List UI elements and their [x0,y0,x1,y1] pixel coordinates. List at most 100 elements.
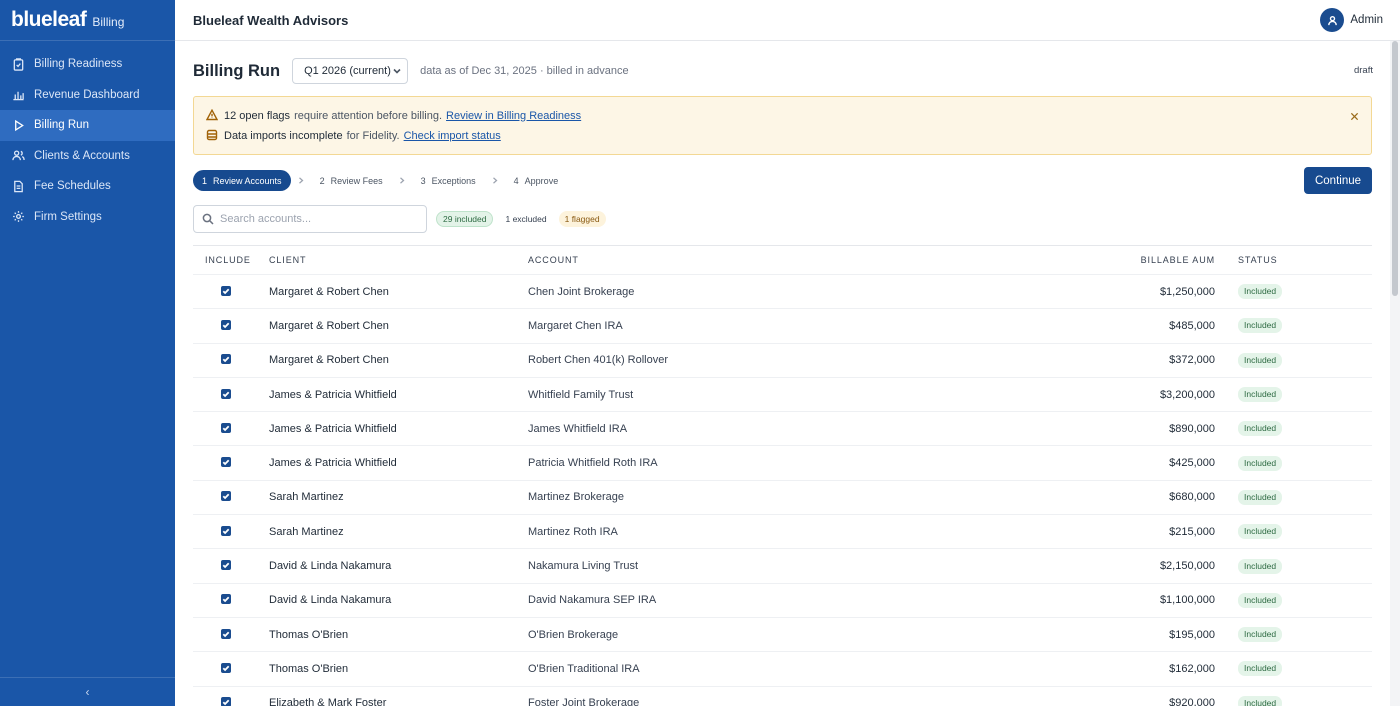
step-review-fees[interactable]: 2 Review Fees [311,170,392,191]
include-checkbox[interactable] [221,388,231,399]
table-row[interactable]: James & Patricia Whitfield Whitfield Fami… [193,378,1372,413]
sidebar: blueleaf Billing Billing Readiness Revenu… [0,0,175,706]
search-box[interactable] [193,205,427,233]
chevron-down-icon [393,66,401,74]
checkmark-icon [222,356,230,363]
table-row[interactable]: Thomas O'Brien O'Brien Brokerage $195,000 I… [193,618,1372,653]
sidebar-collapse-button[interactable]: ‹ [0,677,175,706]
include-cell [193,628,269,641]
client-name: David & Linda Nakamura [269,594,392,607]
billable-aum: $195,000 [1169,628,1215,641]
table-row[interactable]: James & Patricia Whitfield James Whitfiel… [193,412,1372,447]
status-cell: Included [1232,387,1372,403]
account-name: James Whitfield IRA [528,422,628,435]
include-checkbox[interactable] [221,628,231,639]
include-cell [193,319,269,332]
col-header-client[interactable]: CLIENT [269,255,528,265]
client-name: Sarah Martinez [269,491,344,504]
alert-flags-text: require attention before billing. [294,109,443,122]
sidebar-item-billing-readiness[interactable]: Billing Readiness [0,49,175,80]
sidebar-item-label: Billing Readiness [34,58,123,71]
status-badge: Included [1238,524,1283,540]
include-checkbox[interactable] [221,319,231,330]
include-cell [193,560,269,572]
sidebar-item-fee-schedules[interactable]: Fee Schedules [0,171,175,202]
alert-imports-title: Data imports incomplete [224,129,343,142]
client-name: Sarah Martinez [269,525,344,538]
checkmark-icon [222,459,230,466]
include-checkbox[interactable] [221,354,231,365]
table-row[interactable]: Sarah Martinez Martinez Roth IRA $215,000 I… [193,515,1372,550]
included-count-badge[interactable]: 29 included [436,211,494,227]
include-cell [193,697,269,706]
users-icon [11,149,25,163]
sidebar-item-label: Firm Settings [34,210,102,223]
user-menu[interactable]: Admin [1320,8,1383,32]
step-label: Review Fees [330,175,383,186]
table-row[interactable]: Margaret & Robert Chen Margaret Chen IRA $… [193,309,1372,344]
table-row[interactable]: James & Patricia Whitfield Patricia Whitf… [193,446,1372,481]
step-number: 2 [319,175,325,186]
include-checkbox[interactable] [221,525,231,536]
status-badge: Included [1238,627,1283,643]
step-approve[interactable]: 4 Approve [505,170,568,191]
review-readiness-link[interactable]: Review in Billing Readiness [446,110,581,122]
step-exceptions[interactable]: 3 Exceptions [412,170,485,191]
col-header-aum[interactable]: BILLABLE AUM [1076,255,1232,265]
include-checkbox[interactable] [221,285,231,296]
close-icon[interactable] [1350,109,1360,121]
include-checkbox[interactable] [221,662,231,673]
step-review-accounts[interactable]: 1 Review Accounts [193,170,291,191]
status-badge: Included [1238,489,1283,505]
include-checkbox[interactable] [221,422,231,433]
checkmark-icon [222,425,230,432]
continue-button[interactable]: Continue [1304,167,1372,194]
account-name: Robert Chen 401(k) Rollover [528,354,669,367]
include-checkbox[interactable] [221,457,231,468]
table-row[interactable]: David & Linda Nakamura David Nakamura SEP… [193,584,1372,618]
status-badge: draft [1353,65,1373,76]
database-icon [206,129,219,142]
chevron-right-icon [392,177,412,184]
billable-aum: $372,000 [1169,354,1215,367]
status-badge: Included [1238,695,1283,706]
alert-imports-row: Data imports incomplete for Fidelity. Ch… [206,129,501,142]
include-checkbox[interactable] [221,491,231,502]
col-header-include[interactable]: INCLUDE [193,255,269,265]
sidebar-item-firm-settings[interactable]: Firm Settings [0,202,175,233]
alert-flags-row: 12 open flags require attention before b… [206,109,581,122]
page-scrollbar[interactable] [1390,41,1400,706]
sidebar-item-revenue-dashboard[interactable]: Revenue Dashboard [0,80,175,111]
table-row[interactable]: Sarah Martinez Martinez Brokerage $680,000… [193,481,1372,516]
excluded-count-badge[interactable]: 1 excluded [499,211,552,227]
account-name: Whitfield Family Trust [528,388,634,401]
account-name: Margaret Chen IRA [528,319,623,332]
main-content: Billing Run Q1 2026 (current) data as of… [175,41,1390,706]
flagged-count-badge[interactable]: 1 flagged [558,211,606,227]
sidebar-item-clients-accounts[interactable]: Clients & Accounts [0,141,175,172]
status-badge: Included [1238,318,1283,334]
checkmark-icon [222,631,230,637]
search-input[interactable] [220,213,410,225]
scrollbar-thumb[interactable] [1392,41,1398,296]
col-header-status[interactable]: STATUS [1232,255,1372,265]
table-row[interactable]: Margaret & Robert Chen Robert Chen 401(k)… [193,344,1372,378]
billable-aum: $485,000 [1169,319,1215,332]
include-checkbox[interactable] [221,697,231,706]
col-header-account[interactable]: ACCOUNT [528,255,1076,265]
brand: blueleaf Billing [0,0,175,41]
table-row[interactable]: Elizabeth & Mark Foster Foster Joint Brok… [193,687,1372,706]
table-row[interactable]: David & Linda Nakamura Nakamura Living Tr… [193,549,1372,584]
sidebar-item-billing-run[interactable]: Billing Run [0,110,175,141]
check-import-status-link[interactable]: Check import status [404,130,501,142]
title-row: Billing Run Q1 2026 (current) data as of… [193,58,629,84]
chevron-right-icon [291,177,311,184]
sidebar-nav: Billing Readiness Revenue Dashboard Billin… [0,49,175,232]
include-checkbox[interactable] [221,594,231,605]
include-cell [193,285,269,298]
period-select[interactable]: Q1 2026 (current) [292,58,409,84]
include-checkbox[interactable] [221,560,231,571]
table-row[interactable]: Thomas O'Brien O'Brien Traditional IRA $16… [193,652,1372,687]
brand-logo[interactable]: blueleaf [11,8,87,32]
table-row[interactable]: Margaret & Robert Chen Chen Joint Brokera… [193,275,1372,310]
